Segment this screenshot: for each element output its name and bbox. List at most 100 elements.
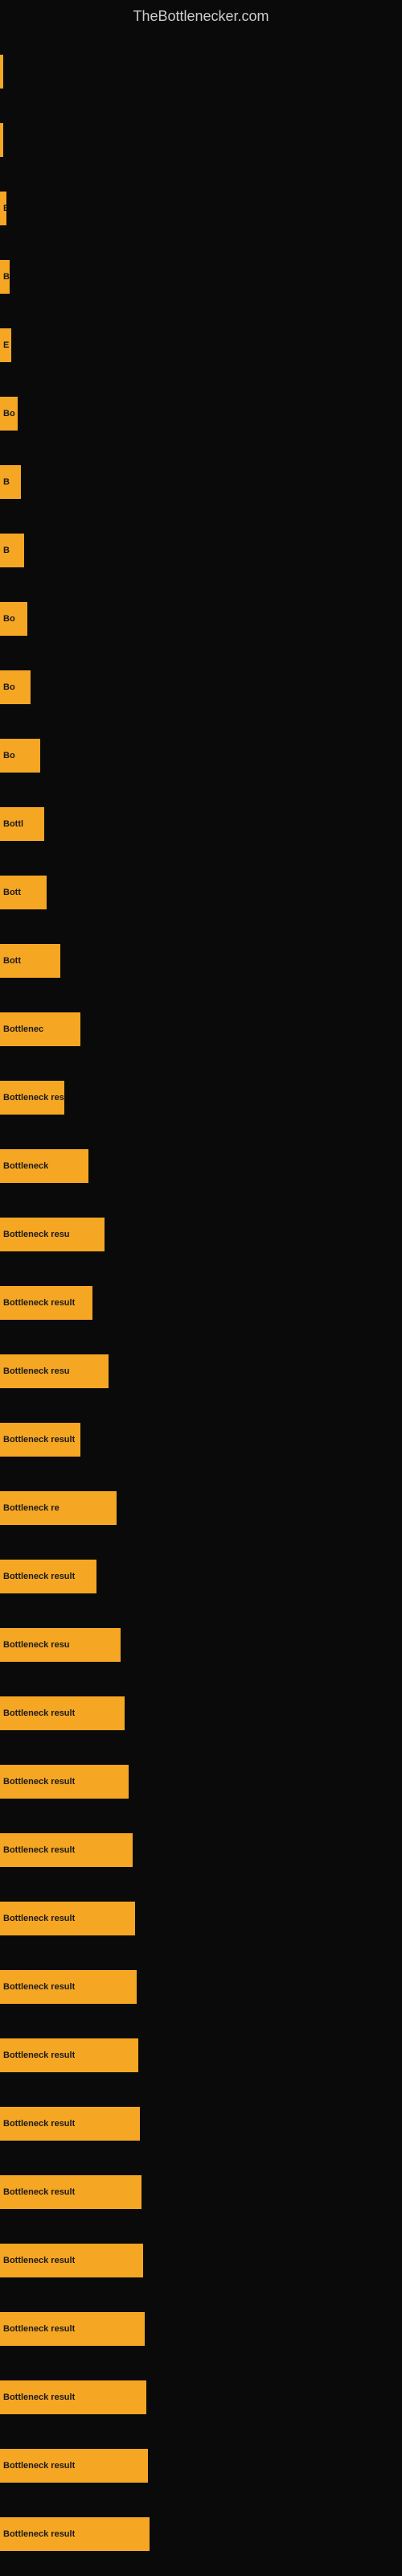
bar-row-26: Bottleneck result bbox=[0, 1747, 402, 1816]
bar-row-11: Bo bbox=[0, 721, 402, 789]
bar-row-21: Bottleneck result bbox=[0, 1405, 402, 1473]
bar-label-10: Bo bbox=[3, 682, 15, 692]
bar-label-14: Bott bbox=[3, 956, 21, 966]
bar-35: Bottleneck result bbox=[0, 2380, 146, 2414]
bar-row-4: B bbox=[0, 242, 402, 311]
bar-10: Bo bbox=[0, 670, 31, 704]
bar-row-32: Bottleneck result bbox=[0, 2158, 402, 2226]
bar-label-24: Bottleneck resu bbox=[3, 1640, 70, 1650]
bar-row-25: Bottleneck result bbox=[0, 1679, 402, 1747]
bar-label-35: Bottleneck result bbox=[3, 2393, 75, 2402]
bar-label-32: Bottleneck result bbox=[3, 2187, 75, 2197]
bar-row-14: Bott bbox=[0, 926, 402, 995]
bar-label-31: Bottleneck result bbox=[3, 2119, 75, 2129]
bar-label-12: Bottl bbox=[3, 819, 23, 829]
bar-label-7: B bbox=[3, 477, 10, 487]
bar-label-9: Bo bbox=[3, 614, 15, 624]
bar-label-6: Bo bbox=[3, 409, 15, 418]
bar-27: Bottleneck result bbox=[0, 1833, 133, 1867]
bar-label-33: Bottleneck result bbox=[3, 2256, 75, 2265]
bar-label-5: E bbox=[3, 340, 9, 350]
bar-row-5: E bbox=[0, 311, 402, 379]
bar-row-7: B bbox=[0, 447, 402, 516]
bar-31: Bottleneck result bbox=[0, 2107, 140, 2141]
bar-row-34: Bottleneck result bbox=[0, 2294, 402, 2363]
bar-label-27: Bottleneck result bbox=[3, 1845, 75, 1855]
bar-label-16: Bottleneck res bbox=[3, 1093, 64, 1103]
bar-33: Bottleneck result bbox=[0, 2244, 143, 2277]
bar-18: Bottleneck resu bbox=[0, 1218, 105, 1251]
bar-16: Bottleneck res bbox=[0, 1081, 64, 1115]
bar-36: Bottleneck result bbox=[0, 2449, 148, 2483]
bar-row-36: Bottleneck result bbox=[0, 2431, 402, 2500]
bar-1 bbox=[0, 55, 3, 89]
bar-row-29: Bottleneck result bbox=[0, 1952, 402, 2021]
bar-label-37: Bottleneck result bbox=[3, 2529, 75, 2539]
bar-row-19: Bottleneck result bbox=[0, 1268, 402, 1337]
bar-26: Bottleneck result bbox=[0, 1765, 129, 1799]
bars-container: EBEBoBBBoBoBoBottlBottBottBottlenecBottl… bbox=[0, 29, 402, 2576]
bar-row-1 bbox=[0, 37, 402, 105]
bar-row-33: Bottleneck result bbox=[0, 2226, 402, 2294]
bar-13: Bott bbox=[0, 876, 47, 909]
bar-row-17: Bottleneck bbox=[0, 1131, 402, 1200]
bar-label-11: Bo bbox=[3, 751, 15, 760]
bar-label-30: Bottleneck result bbox=[3, 2050, 75, 2060]
bar-34: Bottleneck result bbox=[0, 2312, 145, 2346]
bar-row-35: Bottleneck result bbox=[0, 2363, 402, 2431]
site-title: TheBottlenecker.com bbox=[0, 0, 402, 29]
bar-row-2 bbox=[0, 105, 402, 174]
bar-row-31: Bottleneck result bbox=[0, 2089, 402, 2158]
bar-row-27: Bottleneck result bbox=[0, 1816, 402, 1884]
bar-17: Bottleneck bbox=[0, 1149, 88, 1183]
bar-6: Bo bbox=[0, 397, 18, 431]
bar-label-36: Bottleneck result bbox=[3, 2461, 75, 2471]
bar-row-24: Bottleneck resu bbox=[0, 1610, 402, 1679]
bar-label-13: Bott bbox=[3, 888, 21, 897]
bar-label-17: Bottleneck bbox=[3, 1161, 48, 1171]
bar-row-16: Bottleneck res bbox=[0, 1063, 402, 1131]
bar-15: Bottlenec bbox=[0, 1012, 80, 1046]
bar-row-6: Bo bbox=[0, 379, 402, 447]
bar-row-3: E bbox=[0, 174, 402, 242]
bar-row-28: Bottleneck result bbox=[0, 1884, 402, 1952]
bar-row-8: B bbox=[0, 516, 402, 584]
bar-label-20: Bottleneck resu bbox=[3, 1366, 70, 1376]
bar-19: Bottleneck result bbox=[0, 1286, 92, 1320]
bar-row-23: Bottleneck result bbox=[0, 1542, 402, 1610]
bar-row-18: Bottleneck resu bbox=[0, 1200, 402, 1268]
bar-11: Bo bbox=[0, 739, 40, 773]
bar-row-30: Bottleneck result bbox=[0, 2021, 402, 2089]
bar-21: Bottleneck result bbox=[0, 1423, 80, 1457]
bar-row-10: Bo bbox=[0, 653, 402, 721]
bar-37: Bottleneck result bbox=[0, 2517, 150, 2551]
bar-label-19: Bottleneck result bbox=[3, 1298, 75, 1308]
bar-30: Bottleneck result bbox=[0, 2038, 138, 2072]
bar-24: Bottleneck resu bbox=[0, 1628, 121, 1662]
bar-2 bbox=[0, 123, 3, 157]
bar-5: E bbox=[0, 328, 11, 362]
bar-20: Bottleneck resu bbox=[0, 1354, 109, 1388]
bar-29: Bottleneck result bbox=[0, 1970, 137, 2004]
bar-4: B bbox=[0, 260, 10, 294]
bar-label-8: B bbox=[3, 546, 10, 555]
bar-row-15: Bottlenec bbox=[0, 995, 402, 1063]
bar-label-18: Bottleneck resu bbox=[3, 1230, 70, 1239]
bar-label-34: Bottleneck result bbox=[3, 2324, 75, 2334]
bar-row-20: Bottleneck resu bbox=[0, 1337, 402, 1405]
bar-row-12: Bottl bbox=[0, 789, 402, 858]
bar-label-28: Bottleneck result bbox=[3, 1914, 75, 1923]
bar-14: Bott bbox=[0, 944, 60, 978]
bar-label-25: Bottleneck result bbox=[3, 1708, 75, 1718]
bar-row-13: Bott bbox=[0, 858, 402, 926]
bar-9: Bo bbox=[0, 602, 27, 636]
bar-25: Bottleneck result bbox=[0, 1696, 125, 1730]
bar-28: Bottleneck result bbox=[0, 1902, 135, 1935]
bar-label-26: Bottleneck result bbox=[3, 1777, 75, 1787]
bar-row-37: Bottleneck result bbox=[0, 2500, 402, 2568]
bar-label-22: Bottleneck re bbox=[3, 1503, 59, 1513]
bar-row-9: Bo bbox=[0, 584, 402, 653]
bar-22: Bottleneck re bbox=[0, 1491, 117, 1525]
bar-label-23: Bottleneck result bbox=[3, 1572, 75, 1581]
bar-label-15: Bottlenec bbox=[3, 1024, 43, 1034]
